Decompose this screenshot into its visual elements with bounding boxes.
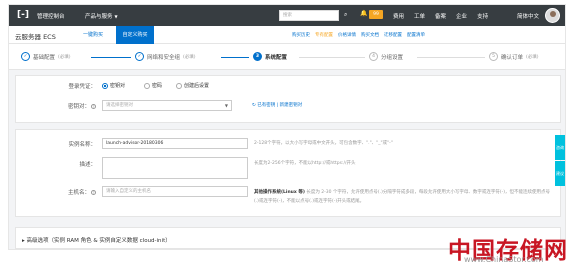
hostname-hint: 其他操作系统(Linux 等) 长度为 2-30 个字符，允许使用点号(.)分隔… [254, 190, 550, 204]
keypair-links[interactable]: ↻ 已有密钥 | 新建密钥对 [252, 102, 302, 108]
step-basic[interactable]: ✓ 基础配置 (必填) [21, 52, 71, 61]
step-connector [221, 57, 249, 58]
avatar[interactable] [545, 8, 560, 23]
instance-name-label: 实例名称： [68, 142, 96, 148]
tab-custom-buy[interactable]: 自定义购买 [116, 26, 154, 44]
radio-set-later[interactable]: 创建后设置 [176, 82, 209, 89]
consult-button[interactable]: 咨询 [555, 135, 565, 160]
instance-panel: 实例名称： launch-advisor-20180306 2-128个字符，以… [15, 129, 561, 217]
nav-support[interactable]: 支持 [477, 12, 488, 20]
instance-name-hint: 2-128个字符，以大小写字母或中文开头，可包含数字、"."、"_"或"-" [254, 141, 393, 146]
step-required: (必填) [183, 54, 196, 60]
radio-icon [144, 82, 150, 89]
advanced-options-toggle[interactable]: ▸ 高级选项（实例 RAM 角色 & 实例自定义数据 cloud-init） [22, 236, 171, 244]
nav-fees[interactable]: 费用 [393, 12, 404, 20]
select-placeholder: 请选择密钥对 [106, 103, 133, 108]
step-connector [417, 57, 485, 58]
radio-label: 密钥对 [110, 83, 126, 89]
login-label: 登录凭证： [68, 84, 96, 90]
console-link[interactable]: 管理控制台 [37, 12, 65, 20]
radio-label: 密码 [152, 83, 163, 89]
link-dedicated[interactable]: 专有配置 [315, 32, 333, 38]
step-required: (必填) [58, 54, 71, 60]
nav-filing[interactable]: 备案 [435, 12, 446, 20]
step-number: 3 [253, 52, 262, 61]
top-navbar: [-] 管理控制台 产品与服务 ▼ 搜索 ⌕ 🔔 99 费用 工单 备案 企业 支… [9, 5, 565, 26]
sub-header: 云服务器 ECS 一键购买 自定义购买 购买历史 专有配置 价格详情 购买文档 … [9, 26, 565, 44]
side-float-buttons: 咨询 建议 [555, 135, 565, 186]
step-grouping[interactable]: 4 分组设置 [369, 52, 403, 61]
step-label: 网络和安全组 [147, 54, 181, 61]
keypair-select[interactable]: 请选择密钥对 ▼ [102, 100, 232, 111]
step-number: 4 [369, 52, 378, 61]
products-menu[interactable]: 产品与服务 ▼ [85, 12, 118, 20]
chevron-down-icon: ▼ [224, 103, 228, 108]
search-input[interactable]: 搜索 [279, 10, 339, 21]
step-label: 系统配置 [265, 54, 288, 61]
tab-quick-buy[interactable]: 一键购买 [83, 31, 103, 38]
products-label: 产品与服务 [85, 14, 113, 20]
step-label: 基础配置 [33, 54, 56, 61]
radio-icon [176, 82, 182, 89]
radio-keypair[interactable]: 密钥对 [102, 82, 125, 89]
step-network[interactable]: ✓ 网络和安全组 (必填) [135, 52, 196, 61]
search-icon[interactable]: ⌕ [344, 11, 352, 19]
step-connector [91, 57, 131, 58]
link-pricing[interactable]: 价格详情 [338, 32, 356, 38]
help-icon[interactable]: ? [91, 104, 96, 109]
watermark-url: www.ChinaStor.com [464, 255, 544, 264]
description-textarea[interactable] [102, 157, 248, 179]
page-title: 云服务器 ECS [15, 33, 56, 41]
login-panel: 登录凭证： 密钥对 密码 创建后设置 密钥对：? 请选择密钥对 ▼ ↻ 已有密钥 … [15, 75, 561, 123]
console-window: [-] 管理控制台 产品与服务 ▼ 搜索 ⌕ 🔔 99 费用 工单 备案 企业 支… [8, 4, 566, 250]
step-number: 5 [489, 52, 498, 61]
top-nav-links: 费用 工单 备案 企业 支持 [393, 12, 488, 20]
help-icon[interactable]: ? [91, 190, 96, 195]
hostname-label: 主机名：? [67, 190, 96, 196]
suggest-button[interactable]: 建议 [555, 161, 565, 186]
step-system[interactable]: 3 系统配置 [253, 52, 287, 61]
step-label: 确认订单 [501, 54, 524, 61]
step-connector [299, 57, 365, 58]
description-label: 描述： [79, 162, 96, 168]
step-required: (必填) [526, 54, 539, 60]
instance-name-input[interactable]: launch-advisor-20180306 [102, 138, 248, 149]
hostname-input[interactable]: 请输入自定义的主机名 [102, 186, 248, 197]
keypair-label: 密钥对：? [67, 104, 96, 110]
step-indicator: ✓ 基础配置 (必填) ✓ 网络和安全组 (必填) 3 系统配置 4 分组设置 … [9, 44, 565, 70]
language-switch[interactable]: 简体中文 [517, 12, 539, 20]
nav-tickets[interactable]: 工单 [414, 12, 425, 20]
radio-password[interactable]: 密码 [144, 82, 162, 89]
bell-icon[interactable]: 🔔 [360, 10, 367, 17]
step-confirm[interactable]: 5 确认订单 (必填) [489, 52, 539, 61]
step-label: 分组设置 [381, 54, 404, 61]
radio-icon [102, 82, 108, 89]
link-docs[interactable]: 购买文档 [361, 32, 379, 38]
radio-label: 创建后设置 [184, 83, 210, 89]
check-icon: ✓ [21, 52, 30, 61]
nav-enterprise[interactable]: 企业 [456, 12, 467, 20]
link-history[interactable]: 购买历史 [292, 32, 310, 38]
link-config-list[interactable]: 配置清单 [407, 32, 425, 38]
notification-badge[interactable]: 99 [369, 10, 383, 19]
header-links: 购买历史 专有配置 价格详情 购买文档 迁移配置 配置清单 [292, 32, 425, 38]
check-icon: ✓ [135, 52, 144, 61]
link-migrate[interactable]: 迁移配置 [384, 32, 402, 38]
description-hint: 长度为2-256个字符，不能以http://或https://开头 [254, 161, 356, 166]
chevron-down-icon: ▼ [114, 14, 118, 19]
aliyun-logo-icon[interactable]: [-] [17, 10, 29, 20]
